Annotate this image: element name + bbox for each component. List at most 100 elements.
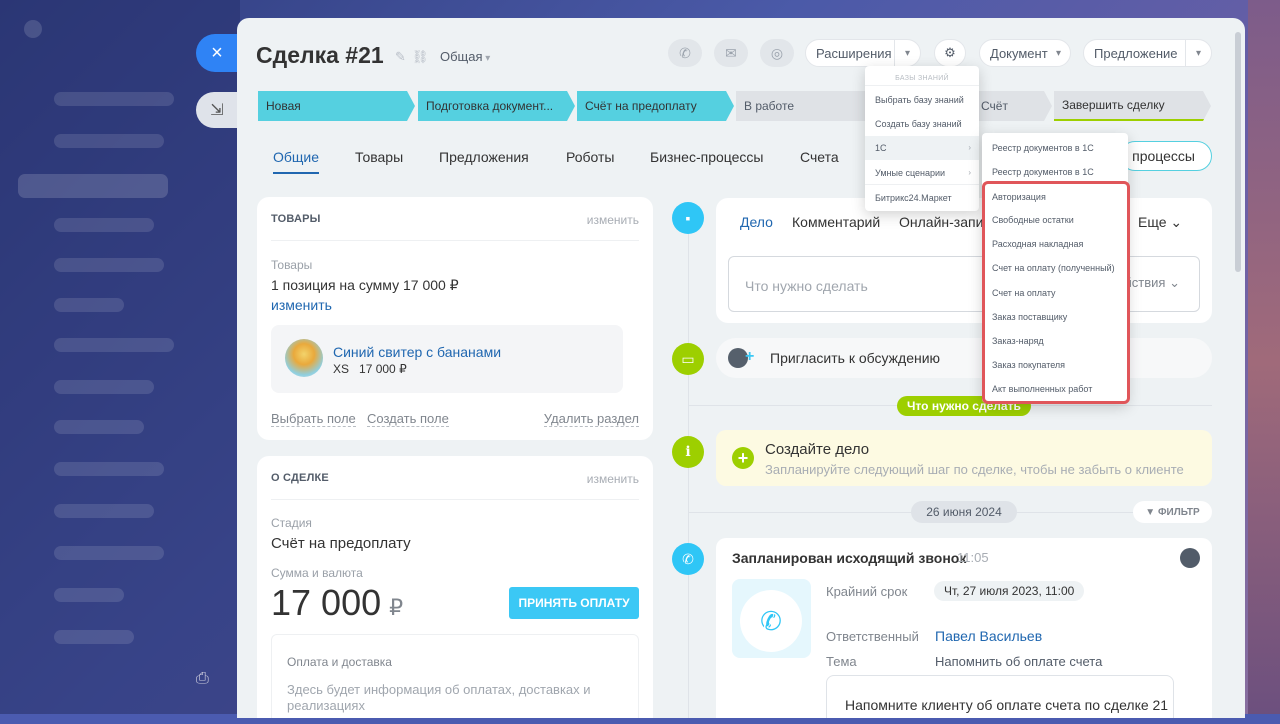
settings-button[interactable]: ⚙ <box>934 39 966 67</box>
select-field-link[interactable]: Выбрать поле <box>271 411 356 427</box>
create-field-link[interactable]: Создать поле <box>367 411 449 427</box>
tab-bizproc[interactable]: Бизнес-процессы <box>650 149 763 165</box>
tab-comment[interactable]: Комментарий <box>792 214 880 230</box>
scrollbar[interactable] <box>1235 32 1241 272</box>
deadline-value[interactable]: Чт, 27 июля 2023, 11:00 <box>934 581 1085 601</box>
product-name[interactable]: Синий свитер с бананами <box>333 344 501 360</box>
menu-item-1c[interactable]: 1С <box>875 143 887 153</box>
products-card: ТОВАРЫ изменить Товары 1 позиция на сумм… <box>257 197 653 440</box>
submenu-item[interactable]: Реестр документов в 1С <box>992 143 1094 153</box>
menu-section-header: БАЗЫ ЗНАНИЙ <box>895 75 949 82</box>
stage-label: Стадия <box>271 516 312 530</box>
avatar <box>1180 548 1200 568</box>
extensions-button[interactable]: Расширения ▾ <box>805 39 921 67</box>
tab-invoices[interactable]: Счета <box>800 149 839 165</box>
stage-new[interactable]: Новая <box>258 91 415 121</box>
blurred-item <box>18 174 168 198</box>
tab-proposals[interactable]: Предложения <box>439 149 529 165</box>
card-title: ТОВАРЫ <box>271 213 321 225</box>
menu-item-market[interactable]: Битрикс24.Маркет <box>875 193 952 203</box>
tab-products[interactable]: Товары <box>355 149 403 165</box>
divider <box>865 85 979 86</box>
tab-task[interactable]: Дело <box>740 214 773 230</box>
tab-general[interactable]: Общие <box>273 149 320 174</box>
blurred-item <box>24 20 42 38</box>
background-edge <box>1248 0 1280 724</box>
change-link[interactable]: изменить <box>271 297 332 313</box>
filter-label: ФИЛЬТР <box>1157 506 1200 518</box>
call-note: Напомните клиенту об оплате счета по сде… <box>826 675 1174 718</box>
todo-subtitle: Запланируйте следующий шаг по сделке, чт… <box>765 462 1184 477</box>
submenu-item[interactable]: Реестр документов в 1С <box>992 167 1094 177</box>
chevron-down-icon[interactable]: ▾ <box>894 40 920 66</box>
product-price: 17 000 ₽ <box>359 362 407 376</box>
plus-icon[interactable]: + <box>732 447 754 469</box>
chat-button[interactable]: ◎ <box>760 39 794 67</box>
blurred-item <box>54 92 174 106</box>
page-title: Сделка #21 <box>256 42 384 68</box>
call-title[interactable]: Запланирован исходящий звонок <box>732 550 966 566</box>
blurred-item <box>54 462 164 476</box>
delete-section-link[interactable]: Удалить раздел <box>543 411 639 427</box>
edit-link-icons[interactable]: ✎⛓ <box>395 49 434 65</box>
responsible-link[interactable]: Павел Васильев <box>935 628 1042 644</box>
filter-icon: ▼ <box>1145 506 1158 518</box>
chevron-down-icon: ⌄ <box>1170 214 1183 230</box>
more-label: Еще <box>1138 214 1167 230</box>
close-slider-button[interactable]: × <box>196 34 238 72</box>
payment-label: Оплата и доставка <box>287 655 392 669</box>
blurred-item <box>54 218 154 232</box>
phone-icon: ✆ <box>740 590 802 652</box>
invite-discussion[interactable]: + Пригласить к обсуждению <box>716 338 1212 378</box>
filter-button[interactable]: ▼ ФИЛЬТР <box>1133 501 1212 523</box>
sum-value: 17 000 <box>271 582 382 623</box>
call-activity-card: Запланирован исходящий звонок 11:05 ✆ Кр… <box>716 538 1212 718</box>
email-button[interactable]: ✉ <box>714 39 748 67</box>
product-item[interactable]: Синий свитер с бананами XS 17 000 ₽ <box>271 325 623 393</box>
tab-online[interactable]: Онлайн-запи <box>899 214 983 230</box>
menu-item-create-kb[interactable]: Создать базу знаний <box>875 119 962 129</box>
responsible-label: Ответственный <box>826 629 919 644</box>
sum-label: Сумма и валюта <box>271 566 363 580</box>
category-selector[interactable]: Общая <box>440 49 490 65</box>
topic-label: Тема <box>826 654 857 669</box>
stage-value: Счёт на предоплату <box>271 535 411 552</box>
blurred-item <box>54 420 144 434</box>
document-button[interactable]: Документ ▾ <box>979 39 1071 67</box>
edit-link[interactable]: изменить <box>587 472 639 486</box>
info-dot-icon: i <box>672 436 704 468</box>
tab-more[interactable]: Еще ⌄ <box>1138 214 1182 231</box>
stage-prepay[interactable]: Счёт на предоплату <box>577 91 734 121</box>
proposal-button[interactable]: Предложение ▾ <box>1083 39 1212 67</box>
print-icon[interactable]: ⎙ <box>196 670 216 690</box>
topic-value: Напомнить об оплате счета <box>935 654 1103 669</box>
minimize-icon: ⇲ <box>210 102 224 119</box>
menu-item-select-kb[interactable]: Выбрать базу знаний <box>875 95 964 105</box>
tab-robots[interactable]: Роботы <box>566 149 614 165</box>
edit-link[interactable]: изменить <box>587 213 639 227</box>
blurred-item <box>54 298 124 312</box>
gear-icon: ⚙ <box>944 45 956 60</box>
mail-icon: ✉ <box>725 44 737 61</box>
date-badge: 26 июня 2024 <box>911 501 1017 523</box>
chevron-right-icon: › <box>968 168 971 177</box>
call-button[interactable]: ✆ <box>668 39 702 67</box>
stage-finish[interactable]: Завершить сделку <box>1054 91 1211 121</box>
minimize-slider-button[interactable]: ⇲ <box>196 92 238 128</box>
chevron-down-icon[interactable]: ▾ <box>1185 40 1211 66</box>
activity-editor: Дело Комментарий Онлайн-запи Еще ⌄ Что н… <box>716 198 1212 323</box>
product-details: XS 17 000 ₽ <box>333 362 407 376</box>
stage-docs[interactable]: Подготовка документ... <box>418 91 575 121</box>
product-image <box>285 339 323 377</box>
actions-dropdown[interactable]: йствия ⌄ <box>1125 275 1180 291</box>
document-label: Документ <box>990 45 1048 61</box>
bizproc-button[interactable]: процессы <box>1120 141 1212 171</box>
blurred-item <box>54 338 174 352</box>
accept-payment-button[interactable]: ПРИНЯТЬ ОПЛАТУ <box>509 587 639 619</box>
highlight-frame <box>982 181 1130 404</box>
extensions-menu: БАЗЫ ЗНАНИЙ Выбрать базу знаний Создать … <box>865 66 979 211</box>
divider <box>271 499 639 500</box>
create-task-card[interactable]: + Создайте дело Запланируйте следующий ш… <box>716 430 1212 486</box>
call-dot-icon: ✆ <box>672 543 704 575</box>
menu-item-smart-scenarios[interactable]: Умные сценарии <box>875 168 945 178</box>
